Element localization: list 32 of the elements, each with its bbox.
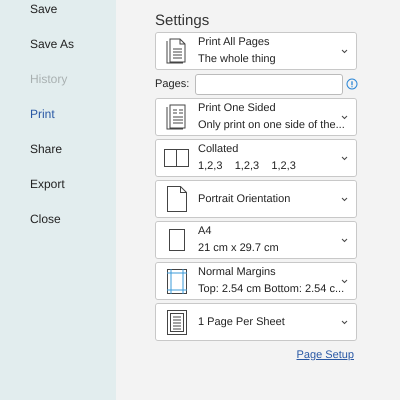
pages-label: Pages: [155,76,190,92]
sidebar-item[interactable]: Save As [30,36,74,52]
settings-heading: Settings [155,12,210,30]
page-icon [167,186,187,212]
chevron-icon [341,278,348,284]
info-icon [346,78,358,90]
settings-dropdown[interactable]: Print One Sided Only print on one side of the... [155,98,357,136]
sidebar-item[interactable]: Export [30,176,65,192]
sidebar-item[interactable]: Save [30,1,58,17]
document-icon [166,104,188,130]
chevron-icon [341,196,348,202]
pages-field[interactable] [195,74,343,94]
chevron-icon [341,114,348,120]
chevron-icon [341,320,348,324]
settings-dropdown[interactable]: Normal Margins Top: 2.54 cm Bottom: 2.54 c... [155,262,357,300]
sidebar-item[interactable]: Close [30,211,61,227]
margins-icon [167,268,187,294]
settings-dropdown[interactable]: Print All Pages The whole thing [155,32,357,70]
settings-dropdown[interactable]: Portrait Orientation [155,180,357,218]
page-icon [167,310,187,334]
chevron-icon [341,156,348,160]
page-icon [169,229,185,251]
page-setup-link[interactable]: Page Setup [296,347,354,364]
settings-dropdown[interactable]: Collated 1,2,3 1,2,3 1,2,3 [155,139,357,177]
sidebar-item[interactable]: Print [30,106,55,122]
settings-dropdown[interactable]: 1 Page Per Sheet [155,303,357,341]
document-icon [166,38,188,64]
pages-icon [164,149,190,167]
settings-dropdown[interactable]: A4 21 cm x 29.7 cm [155,221,357,259]
sidebar-item[interactable]: Share [30,141,62,157]
chevron-icon [341,48,348,54]
chevron-icon [341,238,348,242]
